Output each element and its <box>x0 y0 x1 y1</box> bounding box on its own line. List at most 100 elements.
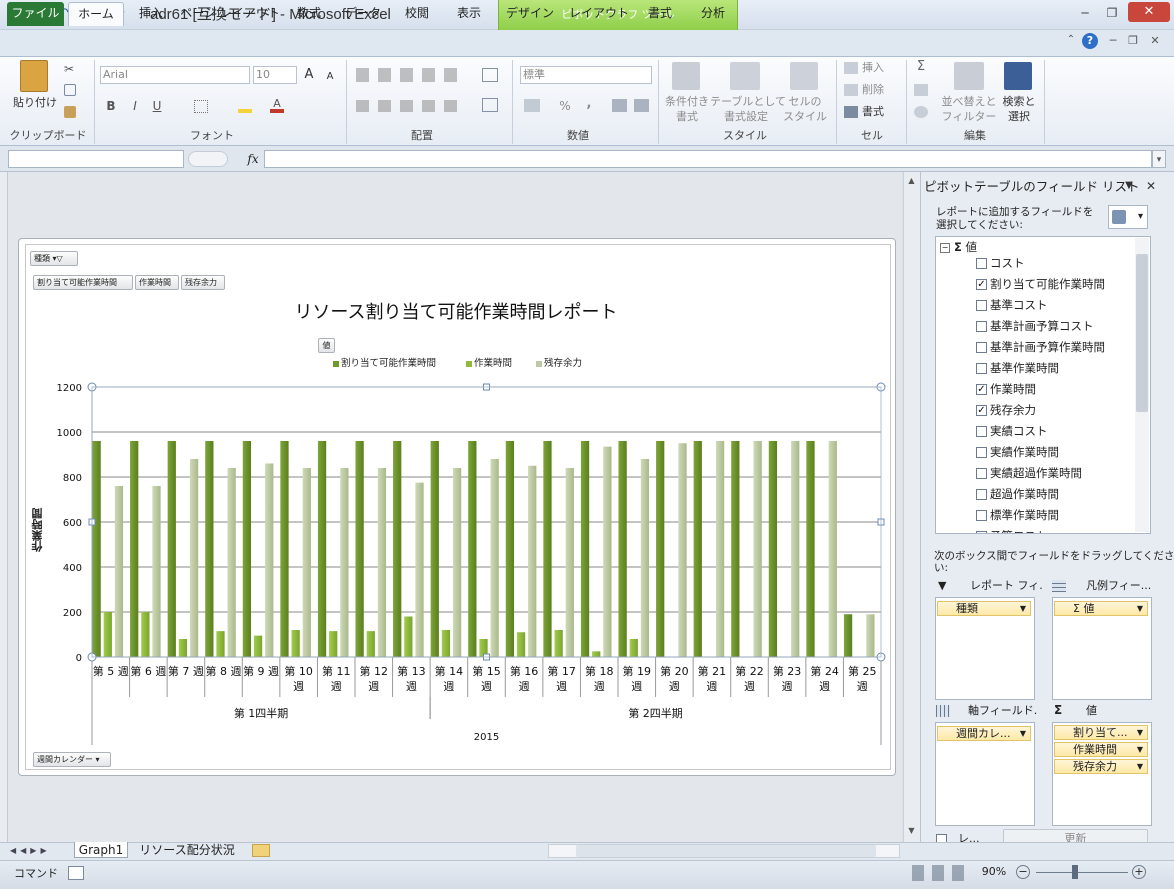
area-chip-value[interactable]: 作業時間 ▼ <box>1054 742 1148 757</box>
bar-2 <box>377 468 387 657</box>
vertical-scrollbar[interactable] <box>903 172 920 842</box>
sheet-tab-graph1[interactable]: Graph1 <box>74 842 128 858</box>
field-checkbox[interactable] <box>976 510 987 521</box>
field-checkbox[interactable] <box>976 531 987 533</box>
field-label: 実績超過作業時間 <box>990 466 1082 480</box>
bar-0 <box>167 441 176 657</box>
minimize-ribbon-icon[interactable]: ⌃ <box>1064 34 1078 48</box>
zoom-slider-thumb[interactable] <box>1072 865 1078 879</box>
workbook-close-icon[interactable]: ✕ <box>1148 34 1162 48</box>
fill-icon[interactable] <box>914 84 928 96</box>
autosum-button[interactable]: Σ <box>914 60 928 74</box>
zoom-out-icon[interactable]: − <box>1016 865 1030 879</box>
sort-filter-label-1[interactable]: 並べ替えと <box>940 95 998 109</box>
find-select-label-2[interactable]: 選択 <box>998 110 1040 124</box>
new-sheet-icon[interactable] <box>252 844 270 857</box>
zoom-level[interactable]: 90% <box>974 864 1014 880</box>
bar-0 <box>580 441 590 657</box>
minimize-button[interactable]: ─ <box>1072 3 1098 23</box>
field-checkbox[interactable] <box>976 321 987 332</box>
sheet-nav-icons[interactable]: ◀◀▶▶ <box>10 844 70 858</box>
axis-field-button[interactable]: 週間カレンダー ▾ <box>33 752 111 767</box>
field-item[interactable]: ✓ 割り当て可能作業時間 <box>976 274 1105 295</box>
bar-1 <box>516 632 526 657</box>
sort-filter-label-2[interactable]: フィルター <box>940 110 998 124</box>
field-list[interactable]: − Σ 値 コスト ✓ 割り当て可能作業時間基準コスト基準計画予算コスト 基準計画予算作… <box>935 236 1151 534</box>
field-item[interactable]: 実績コスト <box>976 421 1048 442</box>
field-item[interactable]: コスト <box>976 253 1025 274</box>
find-select-label-1[interactable]: 検索と <box>998 95 1040 109</box>
zoom-in-icon[interactable]: + <box>1132 865 1146 879</box>
workbook-minimize-icon[interactable]: ─ <box>1106 34 1120 48</box>
pane-menu-icon[interactable]: ▼ <box>1122 180 1136 194</box>
field-item[interactable]: 標準作業時間 <box>976 505 1059 526</box>
x-tick-label: 第 16 <box>510 664 539 678</box>
x-tick-label: 第 13 <box>397 664 426 678</box>
field-item[interactable]: 実績超過作業時間 <box>976 463 1082 484</box>
x-tick-label: 週 <box>744 680 755 693</box>
field-checkbox[interactable] <box>976 363 987 374</box>
area-chip-legend[interactable]: Σ 値 ▼ <box>1054 601 1148 616</box>
x-tick-label: 週 <box>406 680 417 693</box>
collapse-icon[interactable]: − <box>940 242 950 253</box>
macro-record-icon[interactable] <box>68 866 84 880</box>
field-checkbox[interactable] <box>976 258 987 269</box>
scroll-down-icon[interactable]: ▼ <box>905 826 918 838</box>
bar-1 <box>554 630 563 657</box>
formula-expand-icon[interactable]: ▾ <box>1152 150 1166 168</box>
area-chip-value[interactable]: 割り当て... ▼ <box>1054 725 1148 740</box>
field-group-values[interactable]: − Σ 値 <box>940 237 977 258</box>
field-checkbox[interactable]: ✓ <box>976 405 987 416</box>
clear-icon[interactable] <box>914 106 928 118</box>
field-checkbox[interactable] <box>976 426 987 437</box>
x-tick-label: 週 <box>481 680 492 693</box>
bar-2 <box>265 463 274 657</box>
field-item[interactable]: 基準コスト <box>976 295 1048 316</box>
field-item[interactable]: 実績作業時間 <box>976 442 1059 463</box>
field-checkbox[interactable] <box>976 489 987 500</box>
field-item[interactable]: ✓ 作業時間 <box>976 379 1036 400</box>
editing-group-label: 編集 <box>964 129 986 142</box>
bar-1 <box>178 639 188 657</box>
workbook-restore-icon[interactable]: ❐ <box>1126 34 1140 48</box>
field-label: 実績コスト <box>990 424 1048 438</box>
horizontal-scroll-thumb[interactable] <box>576 845 876 857</box>
chart-plot-svg[interactable]: 0 200 400 600 800 1000 1200 第 5 週第 6 週第 7 週第 8 … <box>0 0 900 780</box>
area-chip-value[interactable]: 残存余力 ▼ <box>1054 759 1148 774</box>
bar-1 <box>141 612 150 657</box>
area-chip-report-filter[interactable]: 種類 ▼ <box>937 601 1031 616</box>
field-checkbox[interactable] <box>976 447 987 458</box>
scroll-up-icon[interactable]: ▲ <box>905 176 918 188</box>
sheet-tab-resource[interactable]: リソース配分状況 <box>134 842 240 858</box>
help-icon[interactable]: ? <box>1082 33 1098 49</box>
sort-filter-icon[interactable] <box>954 62 984 90</box>
field-checkbox[interactable]: ✓ <box>976 279 987 290</box>
area-chip-axis[interactable]: 週間カレ... ▼ <box>937 726 1031 741</box>
x-tick-label: 第 24 <box>810 664 839 678</box>
bar-1 <box>592 651 601 657</box>
axis-fields-icon <box>936 705 950 717</box>
field-list-scroll-thumb[interactable] <box>1136 254 1148 412</box>
pane-close-icon[interactable]: ✕ <box>1144 179 1158 193</box>
field-checkbox[interactable] <box>976 342 987 353</box>
view-mode-icons[interactable] <box>912 865 972 881</box>
field-item[interactable]: 予算コスト <box>976 526 1048 533</box>
field-item[interactable]: 基準作業時間 <box>976 358 1059 379</box>
bar-2 <box>490 459 499 657</box>
find-select-icon[interactable] <box>1004 62 1032 90</box>
field-label: 実績作業時間 <box>990 445 1059 459</box>
field-checkbox[interactable] <box>976 468 987 479</box>
bar-2 <box>114 486 124 657</box>
status-mode: コマンド <box>14 867 58 880</box>
field-checkbox[interactable] <box>976 300 987 311</box>
field-label: 基準コスト <box>990 298 1048 312</box>
zoom-slider-track[interactable] <box>1036 872 1128 873</box>
field-item[interactable]: 基準計画予算コスト <box>976 316 1094 337</box>
field-item[interactable]: 超過作業時間 <box>976 484 1059 505</box>
field-item[interactable]: 基準計画予算作業時間 <box>976 337 1105 358</box>
bar-0 <box>731 441 740 657</box>
restore-button[interactable]: ❐ <box>1099 3 1125 23</box>
field-item[interactable]: ✓ 残存余力 <box>976 400 1036 421</box>
field-checkbox[interactable]: ✓ <box>976 384 987 395</box>
close-button[interactable]: ✕ <box>1128 2 1170 22</box>
